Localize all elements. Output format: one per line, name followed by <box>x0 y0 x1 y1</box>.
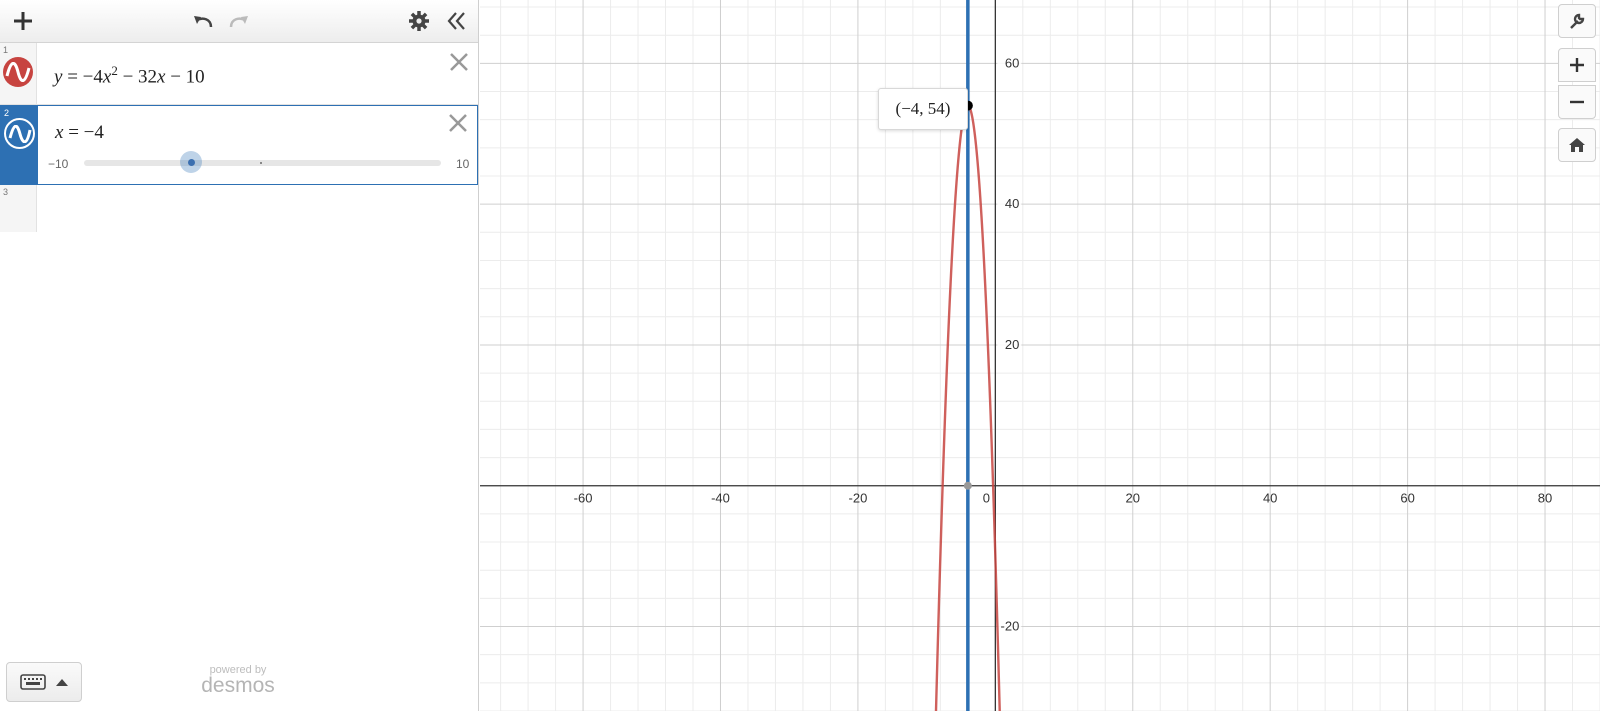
slider-track[interactable] <box>84 160 441 166</box>
expression-formula[interactable]: y = −4x2 − 32x − 10 <box>54 63 205 88</box>
slider-handle[interactable] <box>180 151 203 173</box>
home-view-button[interactable] <box>1558 128 1596 162</box>
expression-list-panel: 1 y = −4x2 − 32x − 10 2 x = −4 −10 10 3 … <box>0 0 479 711</box>
keyboard-icon <box>20 674 46 690</box>
expression-item-3[interactable]: 3 <box>0 185 478 232</box>
close-icon <box>449 114 467 132</box>
plus-icon <box>1570 58 1584 72</box>
x-tick-label: -60 <box>574 491 593 506</box>
x-tick-label: 80 <box>1538 491 1552 506</box>
undo-icon <box>194 16 213 28</box>
wrench-icon <box>1570 13 1585 29</box>
expression-gutter: 2 <box>1 106 38 184</box>
slider-min-label[interactable]: −10 <box>48 157 68 171</box>
slider-zero-tick <box>260 162 262 164</box>
expression-gutter: 1 <box>0 43 37 104</box>
settings-button[interactable] <box>403 6 435 36</box>
expression-item-2[interactable]: 2 x = −4 <box>0 105 478 185</box>
expression-index: 2 <box>4 108 10 118</box>
home-icon <box>1569 138 1585 152</box>
undo-button[interactable] <box>187 6 219 36</box>
add-item-button[interactable] <box>7 6 39 36</box>
graph-color-toggle[interactable] <box>4 118 35 149</box>
expression-item-1[interactable]: 1 y = −4x2 − 32x − 10 <box>0 43 478 105</box>
expression-toolbar <box>0 0 478 43</box>
gear-icon <box>409 11 429 31</box>
math-text: = −4 <box>62 66 103 88</box>
y-tick-label: -20 <box>1001 619 1020 634</box>
math-text: − 32 <box>117 66 158 88</box>
expression-gutter: 3 <box>0 185 37 232</box>
math-text: = −4 <box>63 122 104 143</box>
intersection-point <box>963 481 972 490</box>
x-tick-label: 0 <box>983 491 990 506</box>
x-tick-label: 20 <box>1126 491 1140 506</box>
expression-index: 1 <box>3 45 9 55</box>
point-coordinate-label[interactable]: (−4, 54) <box>878 88 968 130</box>
expression-index: 3 <box>3 187 9 197</box>
collapse-panel-button[interactable] <box>440 6 472 36</box>
redo-button[interactable] <box>223 6 255 36</box>
delete-expression-button[interactable] <box>448 51 470 73</box>
y-tick-label: 40 <box>1005 196 1019 211</box>
zoom-out-button[interactable] <box>1558 85 1596 119</box>
zoom-in-button[interactable] <box>1558 48 1596 82</box>
x-tick-label: 40 <box>1263 491 1277 506</box>
graph-canvas[interactable]: -60 -40 -20 0 20 40 60 80 60 40 20 -20 <box>480 0 1600 711</box>
close-icon <box>450 53 468 71</box>
wave-icon <box>8 124 31 143</box>
double-chevron-left-icon <box>447 12 465 30</box>
x-tick-label: 60 <box>1400 491 1414 506</box>
graph-color-toggle[interactable] <box>3 57 33 87</box>
caret-up-icon <box>56 679 68 686</box>
keypad-toggle-button[interactable] <box>6 662 82 702</box>
x-tick-label: -20 <box>849 491 868 506</box>
slider-max-label[interactable]: 10 <box>456 157 469 171</box>
x-tick-label: -40 <box>711 491 730 506</box>
wave-icon <box>5 62 31 82</box>
redo-icon <box>229 16 248 28</box>
math-text: − 10 <box>165 66 205 88</box>
plus-icon <box>14 12 32 30</box>
desmos-branding[interactable]: powered by desmos <box>198 664 278 698</box>
graph-svg[interactable]: -60 -40 -20 0 20 40 60 80 60 40 20 -20 <box>480 0 1600 711</box>
minus-icon <box>1570 100 1584 104</box>
y-tick-label: 60 <box>1005 55 1019 70</box>
desmos-logo-text: desmos <box>201 674 275 697</box>
y-tick-label: 20 <box>1005 337 1019 352</box>
graph-settings-button[interactable] <box>1558 4 1596 38</box>
expression-formula[interactable]: x = −4 <box>55 122 104 144</box>
delete-expression-button[interactable] <box>447 112 469 134</box>
